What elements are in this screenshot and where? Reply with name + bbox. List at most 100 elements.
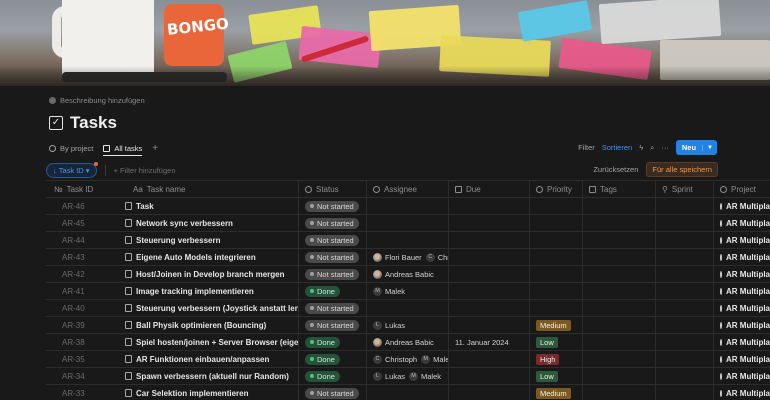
task-name-cell[interactable]: Spiel hosten/joinen + Server Browser (ei…	[100, 334, 299, 350]
task-name-cell[interactable]: Car Selektion implementieren	[100, 385, 299, 400]
tags-cell[interactable]	[583, 232, 656, 248]
add-filter-button[interactable]: + Filter hinzufügen	[114, 166, 176, 175]
project-cell[interactable]: AR Multipla	[714, 249, 770, 265]
assignee-cell[interactable]: Andreas Babic	[367, 334, 449, 350]
assignee-person[interactable]: M Male	[421, 354, 448, 364]
reset-button[interactable]: Zurücksetzen	[593, 165, 638, 174]
task-id-cell[interactable]: AR-44	[46, 232, 100, 248]
due-cell[interactable]	[449, 215, 530, 231]
tags-cell[interactable]	[583, 317, 656, 333]
assignee-cell[interactable]: M Malek	[367, 283, 449, 299]
assignee-cell[interactable]	[367, 232, 449, 248]
status-cell[interactable]: Not started	[299, 249, 367, 265]
tags-cell[interactable]	[583, 385, 656, 400]
task-name-cell[interactable]: Ball Physik optimieren (Bouncing)	[100, 317, 299, 333]
priority-cell[interactable]	[530, 215, 583, 231]
project-cell[interactable]: AR Multipla	[714, 198, 770, 214]
project-cell[interactable]: AR Multipla	[714, 300, 770, 316]
page-title[interactable]: Tasks	[70, 113, 117, 133]
task-name-cell[interactable]: Steuerung verbessern	[100, 232, 299, 248]
tags-cell[interactable]	[583, 283, 656, 299]
priority-cell[interactable]	[530, 249, 583, 265]
project-cell[interactable]: AR Multipla	[714, 368, 770, 384]
status-cell[interactable]: Done	[299, 283, 367, 299]
sprint-cell[interactable]	[656, 249, 714, 265]
assignee-person[interactable]: M Malek	[409, 371, 441, 381]
column-header-assignee[interactable]: Assignee	[367, 181, 449, 197]
assignee-person[interactable]: M Malek	[373, 286, 405, 296]
sprint-cell[interactable]	[656, 300, 714, 316]
assignee-cell[interactable]: Andreas Babic	[367, 266, 449, 282]
task-id-cell[interactable]: AR-41	[46, 283, 100, 299]
sprint-cell[interactable]	[656, 232, 714, 248]
column-header-status[interactable]: Status	[299, 181, 367, 197]
task-name-cell[interactable]: Host/Joinen in Develop branch mergen	[100, 266, 299, 282]
task-name-cell[interactable]: Task	[100, 198, 299, 214]
assignee-person[interactable]: Andreas Babic	[373, 337, 434, 347]
column-header-project[interactable]: Project	[714, 181, 770, 197]
due-cell[interactable]	[449, 300, 530, 316]
save-for-all-button[interactable]: Für alle speichern	[646, 162, 718, 177]
sprint-cell[interactable]	[656, 215, 714, 231]
table-row[interactable]: AR-43 Eigene Auto Models integrieren Not s…	[46, 249, 770, 266]
more-icon[interactable]: ···	[661, 143, 669, 152]
status-cell[interactable]: Not started	[299, 198, 367, 214]
task-id-cell[interactable]: AR-38	[46, 334, 100, 350]
task-name-cell[interactable]: Steuerung verbessern (Joystick anstatt l…	[100, 300, 299, 316]
sprint-cell[interactable]	[656, 351, 714, 367]
due-cell[interactable]	[449, 351, 530, 367]
project-cell[interactable]: AR Multipla	[714, 283, 770, 299]
task-id-cell[interactable]: AR-46	[46, 198, 100, 214]
checkbox-icon[interactable]: ✓	[49, 116, 63, 130]
sprint-cell[interactable]	[656, 266, 714, 282]
assignee-cell[interactable]	[367, 215, 449, 231]
task-id-cell[interactable]: AR-40	[46, 300, 100, 316]
column-header-priority[interactable]: Priority	[530, 181, 583, 197]
priority-cell[interactable]: Low	[530, 368, 583, 384]
tags-cell[interactable]	[583, 351, 656, 367]
priority-cell[interactable]	[530, 266, 583, 282]
column-header-tags[interactable]: Tags	[583, 181, 656, 197]
priority-cell[interactable]: Medium	[530, 317, 583, 333]
assignee-person[interactable]: L Lukas	[373, 371, 405, 381]
assignee-cell[interactable]: C Christoph M Male	[367, 351, 449, 367]
tags-cell[interactable]	[583, 368, 656, 384]
table-row[interactable]: AR-40 Steuerung verbessern (Joystick anst…	[46, 300, 770, 317]
column-header-task-name[interactable]: Aa Task name	[100, 181, 299, 197]
cover-image[interactable]: BONGO	[0, 0, 770, 86]
table-row[interactable]: AR-41 Image tracking implementieren Done M M…	[46, 283, 770, 300]
priority-cell[interactable]	[530, 283, 583, 299]
tags-cell[interactable]	[583, 334, 656, 350]
tab-by-project[interactable]: By project	[49, 141, 93, 156]
due-cell[interactable]	[449, 249, 530, 265]
task-name-cell[interactable]: Network sync verbessern	[100, 215, 299, 231]
search-icon[interactable]: ⌕	[650, 143, 654, 153]
assignee-cell[interactable]	[367, 385, 449, 400]
task-id-cell[interactable]: AR-33	[46, 385, 100, 400]
due-cell[interactable]: 11. Januar 2024	[449, 334, 530, 350]
due-cell[interactable]	[449, 198, 530, 214]
assignee-cell[interactable]: Flori BauerCChri	[367, 249, 449, 265]
project-cell[interactable]: AR Multipla	[714, 385, 770, 400]
assignee-cell[interactable]: L Lukas	[367, 317, 449, 333]
priority-cell[interactable]	[530, 198, 583, 214]
task-name-cell[interactable]: Image tracking implementieren	[100, 283, 299, 299]
task-name-cell[interactable]: Eigene Auto Models integrieren	[100, 249, 299, 265]
assignee-person[interactable]: L Lukas	[373, 320, 405, 330]
table-row[interactable]: AR-39 Ball Physik optimieren (Bouncing) No…	[46, 317, 770, 334]
table-row[interactable]: AR-38 Spiel hosten/joinen + Server Browse…	[46, 334, 770, 351]
status-cell[interactable]: Not started	[299, 300, 367, 316]
column-header-task-id[interactable]: № Task ID	[46, 181, 100, 197]
due-cell[interactable]	[449, 317, 530, 333]
task-name-cell[interactable]: Spawn verbessern (aktuell nur Random)	[100, 368, 299, 384]
filter-button[interactable]: Filter	[578, 143, 595, 152]
tags-cell[interactable]	[583, 215, 656, 231]
due-cell[interactable]	[449, 368, 530, 384]
status-cell[interactable]: Not started	[299, 232, 367, 248]
tags-cell[interactable]	[583, 198, 656, 214]
column-header-sprint[interactable]: ⚲ Sprint	[656, 181, 714, 197]
priority-cell[interactable]: Medium	[530, 385, 583, 400]
add-description-link[interactable]: Beschreibung hinzufügen	[49, 96, 145, 105]
table-row[interactable]: AR-34 Spawn verbessern (aktuell nur Rando…	[46, 368, 770, 385]
due-cell[interactable]	[449, 385, 530, 400]
